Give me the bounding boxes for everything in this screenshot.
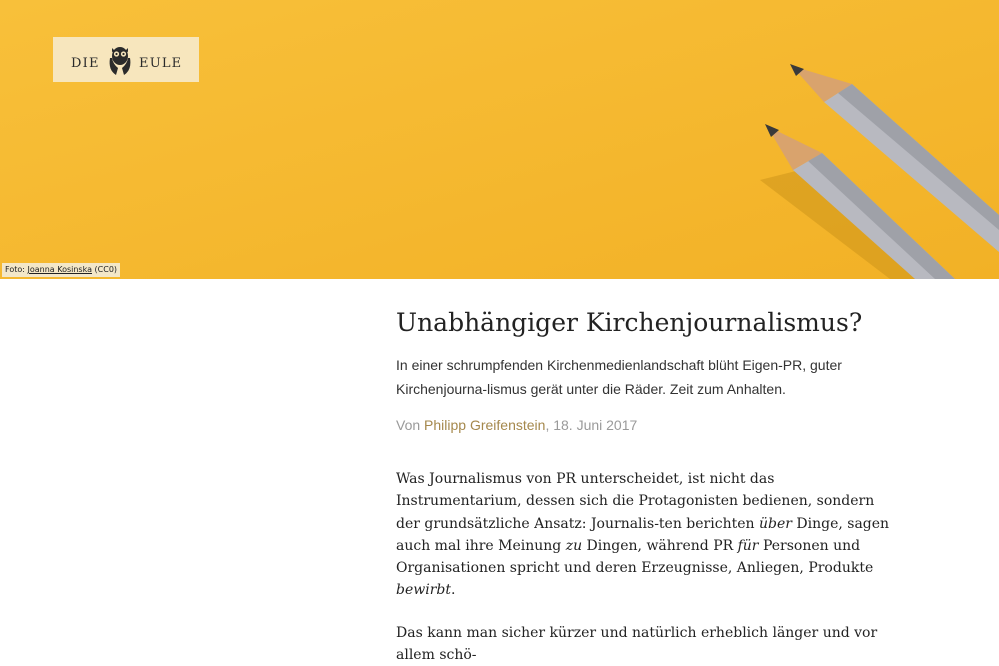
site-logo[interactable]: DIE EULE — [53, 37, 199, 82]
article-lede: In einer schrumpfenden Kirchenmedienland… — [396, 357, 842, 397]
logo-text-right: EULE — [139, 56, 183, 71]
photo-credit: Foto: Joanna Kosinska (CC0) — [2, 263, 121, 277]
paragraph-emphasis: zu — [565, 537, 583, 554]
credit-author-link[interactable]: Joanna Kosinska — [27, 265, 92, 274]
paragraph-text: Dingen, während PR — [582, 537, 738, 554]
article-paragraph: Das kann man sicher kürzer und natürlich… — [396, 624, 878, 664]
article-byline: Von Philipp Greifenstein, 18. Juni 2017 — [396, 415, 896, 435]
credit-license: (CC0) — [92, 265, 118, 274]
logo-text-left: DIE — [71, 56, 100, 71]
paragraph-emphasis: für — [737, 537, 759, 554]
hero-image: DIE EULE Foto: Joanna Kosinska (CC0) — [0, 0, 999, 279]
article-paragraph: Was Journalismus von PR unterscheidet, i… — [396, 468, 896, 602]
owl-icon — [109, 47, 131, 75]
paragraph-emphasis: über — [758, 515, 792, 532]
byline-prefix: Von — [396, 417, 425, 433]
article-title: Unabhängiger Kirchenjournalismus? — [396, 308, 863, 337]
byline-date: , 18. Juni 2017 — [545, 417, 638, 433]
article: Unabhängiger Kirchenjournalismus? In ein… — [396, 306, 896, 666]
author-link[interactable]: Philipp Greifenstein — [424, 417, 545, 433]
credit-prefix: Foto: — [5, 265, 28, 274]
paragraph-text: . — [451, 582, 456, 599]
paragraph-emphasis: bewirbt — [396, 582, 451, 599]
